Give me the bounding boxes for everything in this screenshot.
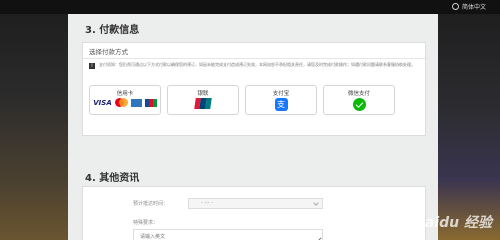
top-bar: 简体中文 (0, 0, 500, 14)
payment-method-unionpay[interactable]: 银联 (167, 85, 239, 115)
notice-text: 支付须知：您仍然可通过以下方式付款以确保您的预订，如因未能完成支付造成预订失效，… (99, 62, 415, 67)
language-label: 简体中文 (461, 4, 486, 11)
arrival-time-label: 预计抵达时间： (133, 201, 169, 207)
visa-icon: VISA (93, 98, 112, 107)
wechat-pay-icon (352, 98, 366, 111)
payment-section-title: 3. 付款信息 (85, 25, 140, 36)
booking-page: 3. 付款信息 选择付款方式 i 支付须知：您仍然可通过以下方式付款以确保您的预… (68, 14, 438, 240)
jcb-icon (144, 98, 157, 107)
chevron-down-icon (313, 200, 319, 206)
divider (83, 58, 427, 59)
method-label: 银联 (197, 91, 209, 97)
mastercard-icon (114, 98, 128, 107)
choose-payment-label: 选择付款方式 (89, 48, 128, 56)
language-switch[interactable]: 简体中文 (451, 2, 486, 11)
payment-methods: 信用卡 VISA 银联 支付宝 支 微信支付 (89, 85, 395, 115)
payment-method-alipay[interactable]: 支付宝 支 (245, 85, 317, 115)
arrival-time-select[interactable]: - -:- - (188, 198, 323, 209)
other-info-section-title: 4. 其他资讯 (85, 173, 140, 184)
background-left (0, 0, 68, 240)
amex-icon (130, 98, 142, 107)
payment-method-credit-card[interactable]: 信用卡 VISA (89, 85, 161, 115)
method-logos (168, 98, 238, 109)
globe-icon (451, 3, 459, 10)
payment-card: 选择付款方式 i 支付须知：您仍然可通过以下方式付款以确保您的预订，如因未能完成… (82, 42, 427, 136)
payment-method-wechat[interactable]: 微信支付 (323, 85, 395, 115)
method-logos: VISA (90, 98, 160, 107)
info-icon: i (89, 63, 95, 69)
method-label: 支付宝 (272, 91, 290, 97)
method-logos (324, 98, 394, 111)
watermark: Baidu 经验 (414, 215, 492, 231)
method-label: 信用卡 (116, 91, 134, 97)
method-label: 微信支付 (347, 91, 370, 97)
alipay-icon: 支 (274, 98, 288, 111)
special-request-input[interactable] (133, 229, 323, 240)
payment-notice: i 支付须知：您仍然可通过以下方式付款以确保您的预订，如因未能完成支付造成预订失… (89, 62, 419, 69)
arrival-time-value: - -:- - (201, 200, 214, 206)
special-request-label: 特殊要求： (133, 220, 159, 226)
other-info-card: 预计抵达时间： - -:- - 特殊要求： (82, 186, 426, 240)
background-right (438, 0, 500, 240)
unionpay-icon (194, 98, 212, 109)
method-logos: 支 (246, 98, 316, 111)
